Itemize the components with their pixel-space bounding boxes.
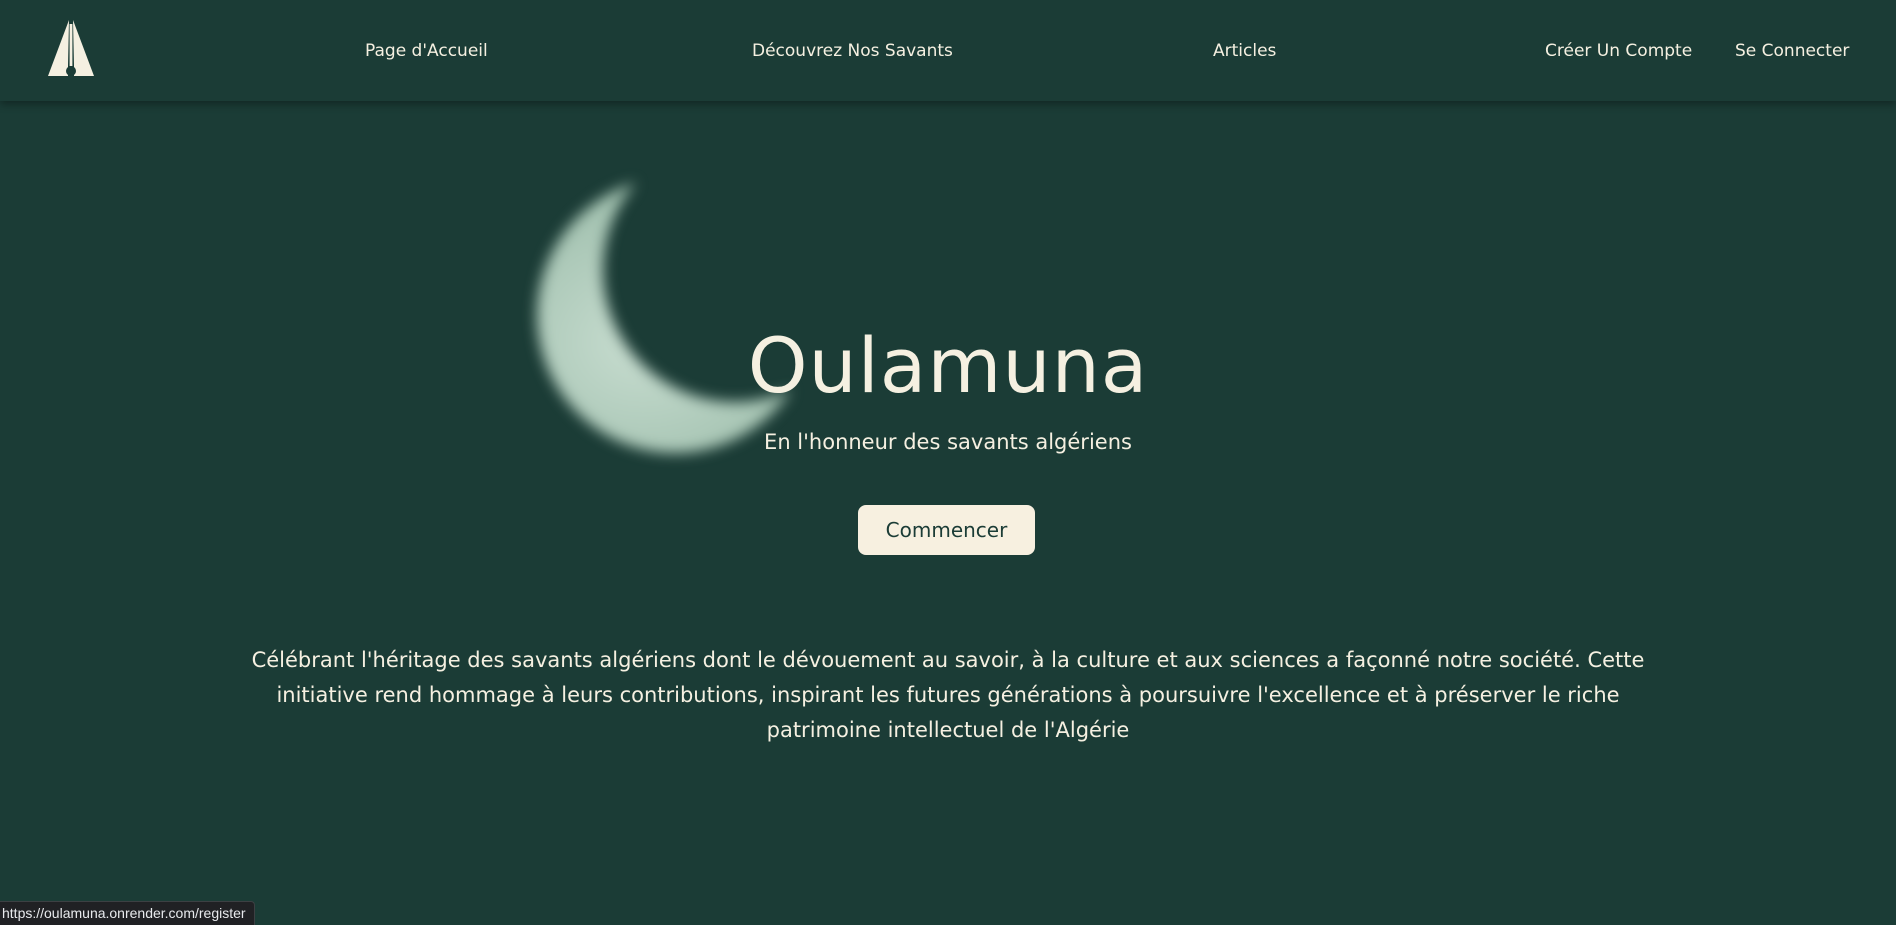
nav-link-articles[interactable]: Articles <box>1213 39 1276 63</box>
top-navbar: Page d'Accueil Découvrez Nos Savants Art… <box>0 0 1896 101</box>
crescent-moon-decoration <box>510 150 890 470</box>
nav-link-scholars[interactable]: Découvrez Nos Savants <box>752 39 953 63</box>
nav-link-login[interactable]: Se Connecter <box>1735 39 1849 63</box>
nav-link-register[interactable]: Créer Un Compte <box>1545 39 1692 63</box>
pen-nib-icon <box>48 20 94 76</box>
hero-title: Oulamuna <box>747 321 1149 410</box>
status-bar-url: https://oulamuna.onrender.com/register <box>0 901 255 925</box>
start-button[interactable]: Commencer <box>858 505 1035 555</box>
hero-description: Célébrant l'héritage des savants algérie… <box>251 648 1645 742</box>
logo[interactable] <box>47 20 95 78</box>
hero-subtitle: En l'honneur des savants algériens <box>764 430 1132 454</box>
page: Page d'Accueil Découvrez Nos Savants Art… <box>0 0 1896 925</box>
nav-link-home[interactable]: Page d'Accueil <box>365 39 488 63</box>
